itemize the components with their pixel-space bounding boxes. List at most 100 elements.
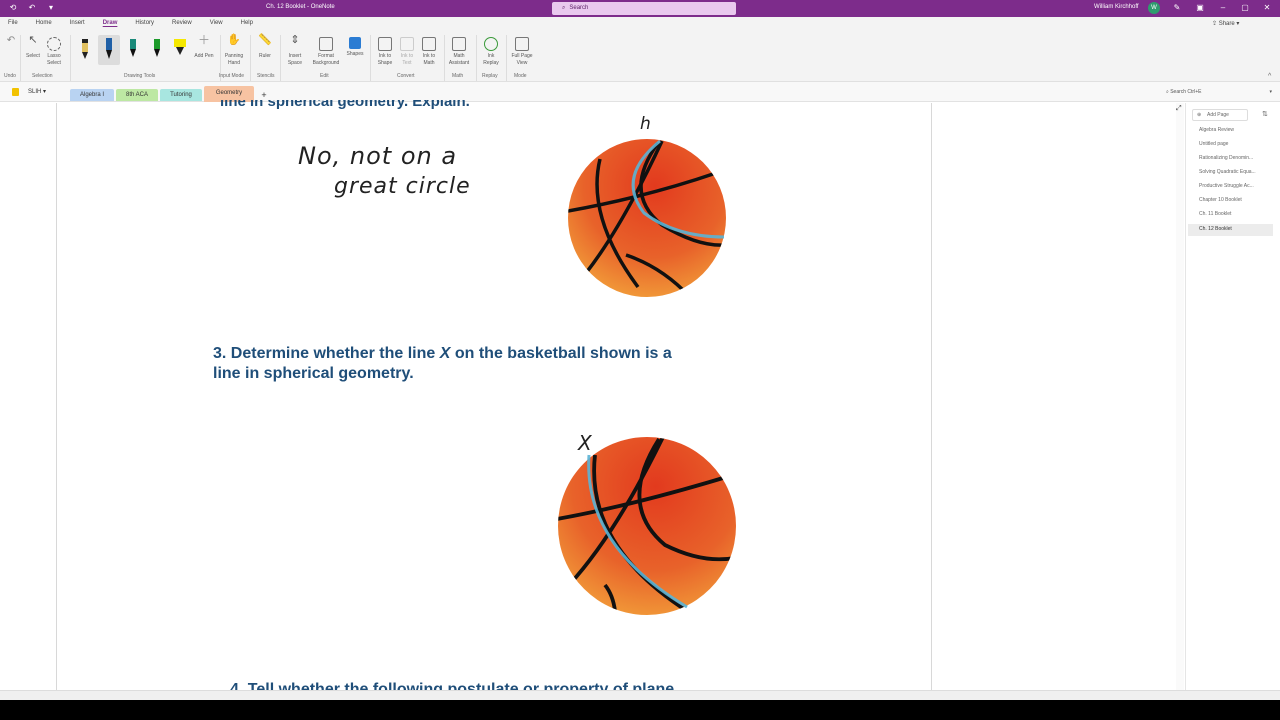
shapes-label: Shapes (346, 51, 364, 57)
ink-replay-button[interactable]: Ink Replay (480, 37, 502, 67)
ink-to-shape-button[interactable]: Ink to Shape (374, 37, 396, 67)
horizontal-scrollbar[interactable] (0, 690, 1280, 700)
pen-black[interactable] (78, 37, 92, 64)
group-replay: Replay (482, 73, 498, 79)
pen-black-icon (82, 39, 88, 59)
tab-help[interactable]: Help (241, 20, 253, 26)
tab-file[interactable]: File (8, 20, 18, 26)
maximize-icon[interactable]: ▢ (1240, 3, 1250, 13)
onenote-window: ⟲ ↶ ▾ Ch. 12 Booklet - OneNote ⌕ Search W… (0, 0, 1280, 700)
tab-8th-aca[interactable]: 8th ACA (116, 89, 158, 101)
tab-review[interactable]: Review (172, 20, 192, 26)
ink-shape-label: Ink to Shape (377, 53, 393, 66)
ink-to-math-button[interactable]: Ink to Math (418, 37, 440, 67)
notebook-icon[interactable]: ▣ (1195, 3, 1205, 13)
add-page-icon: ⊕ (1197, 112, 1202, 118)
quick-access-dropdown-icon[interactable]: ▾ (46, 3, 56, 13)
highlighter-yellow[interactable] (172, 37, 188, 64)
ink-shape-icon (378, 37, 392, 51)
add-pen-button[interactable]: ＋ Add Pen (194, 33, 214, 60)
tab-view[interactable]: View (210, 20, 223, 26)
page-item[interactable]: Ch. 11 Booklet (1199, 211, 1231, 217)
panning-label: Panning Hand (224, 53, 244, 66)
page-item[interactable]: Untitled page (1199, 141, 1228, 147)
ink-math-icon (422, 37, 436, 51)
format-bg-label: Format Background (312, 53, 340, 66)
add-page-button[interactable]: ⊕ Add Page (1192, 109, 1248, 121)
ruler-icon: 📏 (258, 34, 272, 46)
page-item[interactable]: Productive Struggle Ac... (1199, 183, 1254, 189)
search-notes-input[interactable]: ⌕ Search Ctrl+E ▾ (1166, 87, 1274, 98)
full-page-icon (515, 37, 529, 51)
math-assistant-button[interactable]: Math Assistant (446, 37, 472, 67)
expand-icon[interactable]: ⤢ (1176, 105, 1182, 113)
tab-insert[interactable]: Insert (70, 20, 85, 26)
page-item-active[interactable]: Ch. 12 Booklet (1199, 226, 1232, 232)
pages-pane (1185, 103, 1280, 700)
minimize-icon[interactable]: – (1218, 3, 1228, 13)
document-title: Ch. 12 Booklet - OneNote (266, 4, 335, 10)
format-background-icon (319, 37, 333, 51)
tab-draw[interactable]: Draw (103, 20, 118, 26)
close-icon[interactable]: ✕ (1262, 3, 1272, 13)
basketball-image-1 (568, 139, 726, 297)
page-item[interactable]: Algebra Review (1199, 127, 1234, 133)
cursor-icon: ↖ (28, 34, 38, 46)
add-section-icon[interactable]: + (257, 89, 271, 101)
tab-history[interactable]: History (135, 20, 154, 26)
format-background-button[interactable]: Format Background (310, 37, 342, 67)
ink-to-text-button[interactable]: Ink to Text (396, 37, 418, 67)
pen-teal[interactable] (126, 37, 140, 64)
share-label: Share (1218, 21, 1235, 27)
page-item[interactable]: Rationalizing Denomin... (1199, 155, 1253, 161)
page-item[interactable]: Solving Quadratic Equa... (1199, 169, 1256, 175)
search-label: Search (569, 5, 589, 11)
lasso-label: Lasso Select (47, 53, 61, 66)
tab-home[interactable]: Home (36, 20, 52, 26)
pen-icon[interactable]: ✎ (1172, 3, 1182, 13)
vertical-scrollbar[interactable]: ⤢ (1176, 103, 1184, 690)
handwritten-answer-line2: great circle (334, 174, 471, 199)
ink-replay-label: Ink Replay (483, 53, 499, 66)
question-3: 3. Determine whether the line X on the b… (213, 344, 773, 384)
search-input[interactable]: ⌕ Search (552, 2, 736, 15)
q3-variable: X (439, 345, 451, 362)
tab-tutoring[interactable]: Tutoring (160, 89, 202, 101)
insert-space-button[interactable]: ⇕ Insert Space (284, 35, 306, 67)
replay-icon (484, 37, 498, 51)
group-math: Math (452, 73, 464, 79)
pen-green[interactable] (150, 37, 164, 64)
collapse-ribbon-icon[interactable]: ^ (1268, 73, 1271, 80)
plus-icon: ＋ (197, 33, 210, 47)
chevron-down-icon: ▾ (1269, 89, 1272, 95)
lasso-select-button[interactable]: Lasso Select (44, 37, 64, 67)
ruler-button[interactable]: 📏 Ruler (254, 34, 276, 60)
shapes-button[interactable]: Shapes (344, 37, 366, 58)
group-mode: Mode (514, 73, 527, 79)
group-edit: Edit (320, 73, 329, 79)
highlighter-icon (174, 39, 186, 55)
pen-green-icon (154, 39, 160, 57)
tab-geometry[interactable]: Geometry (204, 86, 254, 102)
question-4-partial: 4. Tell whether the following postulate … (230, 681, 675, 690)
panning-hand-button[interactable]: ✋ Panning Hand (222, 35, 246, 67)
notebook-name[interactable]: SLIH ▾ (28, 88, 46, 95)
user-name[interactable]: William Kirchhoff (1094, 4, 1139, 10)
undo-button[interactable]: ↶ (4, 36, 18, 53)
pen-blue-selected[interactable] (98, 35, 120, 65)
full-page-view-button[interactable]: Full Page View (508, 37, 536, 67)
notebook-icon (12, 88, 19, 96)
q3-suffix: on the basketball shown is a (454, 345, 672, 362)
avatar[interactable]: W (1148, 2, 1160, 14)
page-margin-line (56, 103, 57, 690)
select-button[interactable]: ↖ Select (24, 34, 42, 60)
share-button[interactable]: ⇪ Share ▾ (1212, 20, 1239, 27)
back-icon[interactable]: ⟲ (8, 3, 18, 13)
ribbon-tabs: File Home Insert Draw History Review Vie… (8, 20, 271, 26)
select-label: Select (26, 53, 40, 59)
sort-pages-icon[interactable]: ⇅ (1262, 110, 1268, 118)
pen-blue-icon (106, 38, 112, 59)
undo-icon[interactable]: ↶ (27, 3, 37, 13)
tab-algebra-i[interactable]: Algebra I (70, 89, 114, 101)
page-item[interactable]: Chapter 10 Booklet (1199, 197, 1242, 203)
